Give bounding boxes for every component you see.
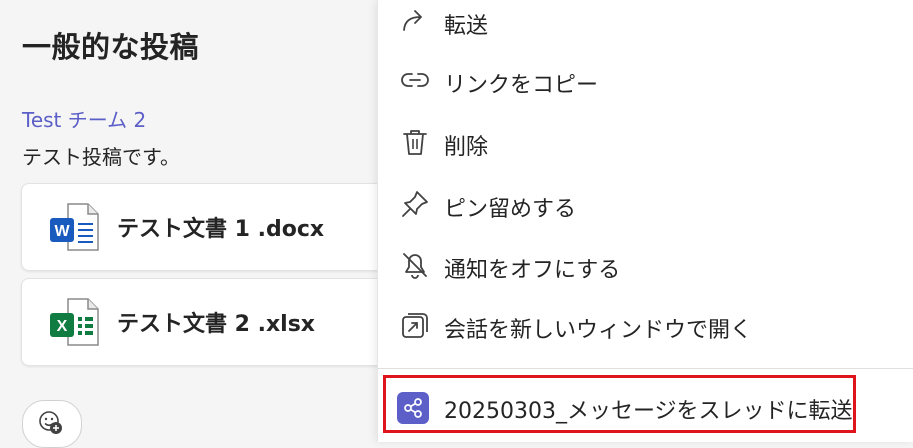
- file-name: テスト文書 2 .xlsx: [117, 312, 316, 337]
- emoji-add-icon: [39, 411, 62, 434]
- menu-item-delete[interactable]: 削除: [378, 115, 913, 171]
- menu-item-open-in-new-window[interactable]: 会話を新しいウィンドウで開く: [378, 298, 913, 354]
- trash-icon: [403, 130, 427, 155]
- team-link[interactable]: Test チーム 2: [22, 104, 146, 133]
- menu-item-label: リンクをコピー: [444, 73, 599, 98]
- post-message: テスト投稿です。: [22, 145, 180, 169]
- menu-divider: [378, 368, 913, 369]
- menu-item-label: 転送: [444, 14, 489, 39]
- word-letter: W: [54, 223, 70, 240]
- add-reaction-button[interactable]: [22, 400, 82, 448]
- menu-item-label: 通知をオフにする: [444, 258, 621, 283]
- excel-file-icon: X: [50, 298, 99, 346]
- menu-item-forward[interactable]: 転送: [378, 0, 913, 50]
- menu-item-copy-link[interactable]: リンクをコピー: [378, 53, 913, 109]
- open-in-window-icon: [402, 313, 428, 338]
- menu-item-pin[interactable]: ピン留めする: [378, 177, 913, 233]
- word-file-icon: W: [50, 203, 99, 251]
- menu-item-label: 削除: [444, 135, 489, 160]
- forward-icon: [403, 10, 422, 31]
- excel-letter: X: [57, 318, 68, 335]
- menu-item-mute-notifications[interactable]: 通知をオフにする: [378, 238, 913, 294]
- highlight-box: [383, 375, 856, 433]
- bell-off-icon: [403, 253, 427, 279]
- pin-icon: [402, 191, 428, 217]
- menu-item-label: ピン留めする: [444, 197, 577, 222]
- file-name: テスト文書 1 .docx: [117, 217, 325, 242]
- file-attachment-docx[interactable]: W テスト文書 1 .docx: [21, 183, 423, 271]
- page-title: 一般的な投稿: [22, 30, 200, 64]
- link-icon: [401, 73, 429, 87]
- menu-item-label: 会話を新しいウィンドウで開く: [444, 318, 753, 343]
- file-attachment-xlsx[interactable]: X テスト文書 2 .xlsx: [21, 278, 423, 366]
